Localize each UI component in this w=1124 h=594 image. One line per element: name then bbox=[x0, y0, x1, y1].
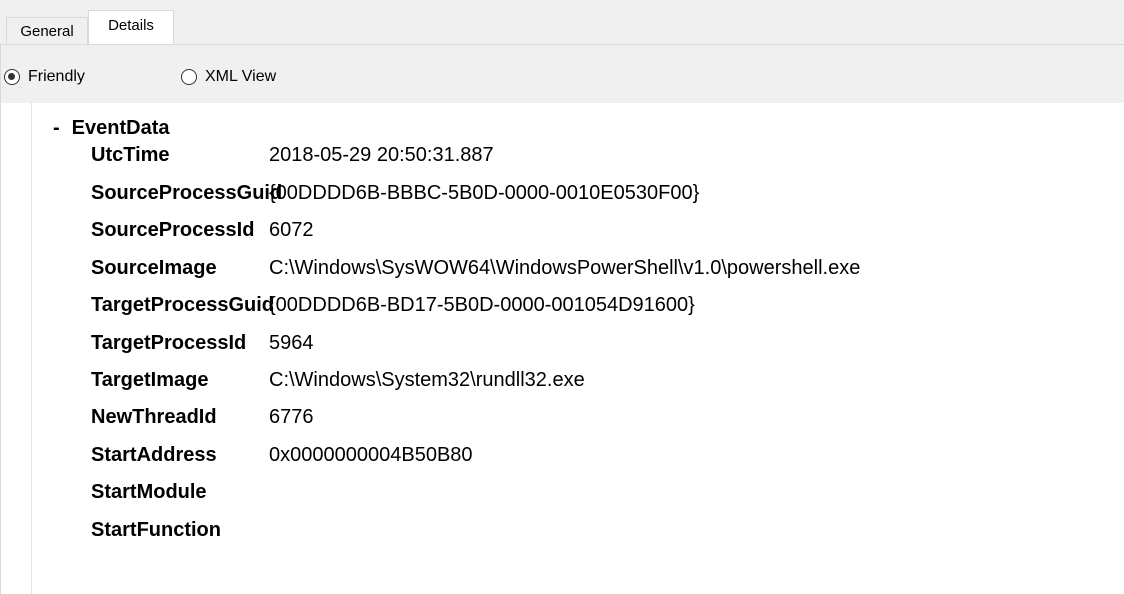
field-value: {00DDDD6B-BD17-5B0D-0000-001054D91600} bbox=[269, 294, 695, 316]
tab-strip: General Details bbox=[0, 0, 1124, 44]
tab-details[interactable]: Details bbox=[88, 10, 174, 44]
field-key: SourceProcessGuid bbox=[91, 182, 283, 204]
details-panel: Friendly XML View - EventData UtcTime 201… bbox=[0, 45, 1124, 594]
field-value: 6072 bbox=[269, 219, 314, 241]
field-row: UtcTime 2018-05-29 20:50:31.887 bbox=[91, 140, 494, 170]
field-key: StartFunction bbox=[91, 519, 221, 541]
field-key: UtcTime bbox=[91, 144, 170, 166]
field-key: StartAddress bbox=[91, 444, 217, 466]
field-row: TargetProcessGuid{00DDDD6B-BD17-5B0D-000… bbox=[91, 290, 695, 320]
field-key: TargetProcessId bbox=[91, 332, 247, 354]
field-row: SourceImage C:\Windows\SysWOW64\WindowsPo… bbox=[91, 253, 860, 283]
field-key: StartModule bbox=[91, 481, 207, 503]
xml-view-label: XML View bbox=[205, 68, 277, 85]
field-key: TargetImage bbox=[91, 369, 209, 391]
view-mode-row: Friendly XML View bbox=[1, 45, 1124, 103]
event-data-header[interactable]: - EventData bbox=[53, 117, 169, 140]
friendly-label: Friendly bbox=[28, 68, 85, 85]
field-value: 2018-05-29 20:50:31.887 bbox=[269, 144, 494, 166]
radio-unselected-icon bbox=[181, 69, 197, 85]
field-value: 6776 bbox=[269, 406, 314, 428]
radio-selected-icon bbox=[4, 69, 20, 85]
event-data-title: EventData bbox=[71, 117, 170, 139]
field-row: StartAddress 0x0000000004B50B80 bbox=[91, 440, 473, 470]
tab-general[interactable]: General bbox=[6, 17, 88, 44]
field-value: {00DDDD6B-BBBC-5B0D-0000-0010E0530F00} bbox=[269, 182, 700, 204]
field-value: 5964 bbox=[269, 332, 314, 354]
field-key: TargetProcessGuid bbox=[91, 294, 275, 316]
field-row: SourceProcessId 6072 bbox=[91, 215, 314, 245]
field-row: SourceProcessGuid{00DDDD6B-BBBC-5B0D-000… bbox=[91, 178, 699, 208]
friendly-radio[interactable]: Friendly bbox=[4, 67, 85, 87]
field-row: StartModule bbox=[91, 477, 269, 507]
field-row: NewThreadId 6776 bbox=[91, 402, 314, 432]
field-value: C:\Windows\System32\rundll32.exe bbox=[269, 369, 585, 391]
event-data-tree: - EventData UtcTime 2018-05-29 20:50:31.8… bbox=[31, 103, 1124, 594]
xml-view-radio[interactable]: XML View bbox=[181, 67, 276, 87]
field-value: 0x0000000004B50B80 bbox=[269, 444, 473, 466]
field-row: TargetProcessId 5964 bbox=[91, 328, 314, 358]
field-row: TargetImage C:\Windows\System32\rundll32.… bbox=[91, 365, 585, 395]
field-key: SourceProcessId bbox=[91, 219, 255, 241]
field-key: NewThreadId bbox=[91, 406, 217, 428]
field-key: SourceImage bbox=[91, 257, 217, 279]
field-row: StartFunction bbox=[91, 515, 269, 545]
field-value: C:\Windows\SysWOW64\WindowsPowerShell\v1… bbox=[269, 257, 861, 279]
collapse-toggle[interactable]: - bbox=[53, 117, 60, 140]
